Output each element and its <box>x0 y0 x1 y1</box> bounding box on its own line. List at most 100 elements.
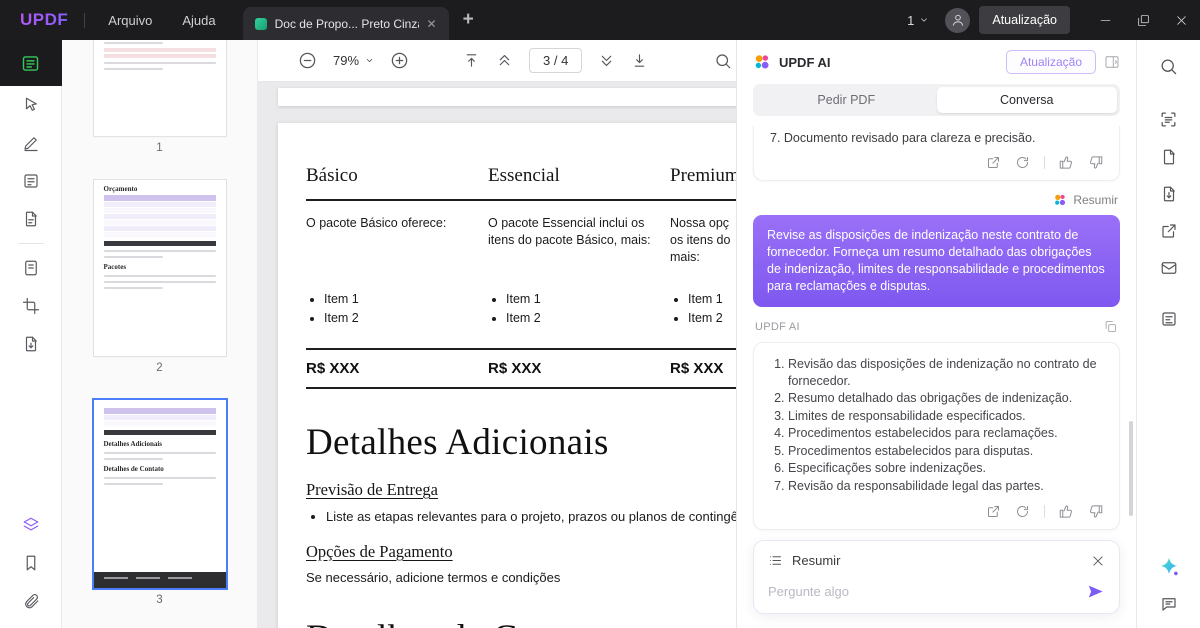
chevron-down-icon <box>921 18 928 22</box>
profile-count: 1 <box>907 12 915 28</box>
pricing-table-items: Item 1 Item 2 Item 1 Item 2 Item 1 Item … <box>306 290 736 328</box>
table-item: Item 1 <box>688 290 736 309</box>
page-indicator[interactable]: 3 / 4 <box>529 48 583 73</box>
thumbs-down-icon[interactable] <box>1088 504 1103 519</box>
column-price: R$ XXX <box>306 360 360 377</box>
page-number-label: 3 <box>156 594 163 606</box>
table-item: Item 1 <box>506 290 654 309</box>
search-tool[interactable] <box>1137 48 1200 85</box>
export-response-icon[interactable] <box>986 504 1001 519</box>
updf-ai-tool[interactable] <box>1137 548 1200 585</box>
thumb-decor <box>103 281 216 283</box>
bookmarks-tool[interactable] <box>0 544 61 582</box>
form-tool[interactable] <box>0 200 61 238</box>
column-price: R$ XXX <box>488 360 542 377</box>
form-fields-tool[interactable] <box>1137 300 1200 337</box>
updf-ai-logo-icon <box>1055 194 1066 206</box>
maximize-button[interactable] <box>1124 0 1162 40</box>
table-item: Item 2 <box>324 309 472 328</box>
export-response-icon[interactable] <box>986 155 1001 170</box>
thumb-decor <box>103 48 216 52</box>
zoom-out-button[interactable] <box>298 51 317 70</box>
edit-pdf-tool[interactable] <box>0 162 61 200</box>
select-tool[interactable] <box>0 86 61 124</box>
avatar[interactable] <box>945 7 971 33</box>
zoom-level-dropdown[interactable]: 79% <box>333 53 374 68</box>
thumb-subheading: Detalhes de Contato <box>103 465 164 473</box>
thumbs-up-icon[interactable] <box>1059 155 1074 170</box>
export-document-tool[interactable] <box>1137 175 1200 212</box>
reader-mode-tool[interactable] <box>0 40 62 86</box>
document-toolbar: 79% 3 / 4 <box>258 40 736 82</box>
previous-page-button[interactable] <box>496 52 513 69</box>
thumbnail-page-1[interactable]: Escopo do Trabalho <box>93 40 226 136</box>
previous-page-edge <box>278 88 736 106</box>
organize-pages-tool[interactable] <box>0 249 61 287</box>
quick-action-row[interactable]: Resumir <box>755 193 1118 207</box>
document-tab-favicon <box>254 17 267 30</box>
last-page-button[interactable] <box>631 52 648 69</box>
thumbnail-page-3[interactable]: Detalhes Adicionais Detalhes de Contato <box>91 398 228 590</box>
tab-close-icon[interactable]: ✕ <box>427 17 437 31</box>
response-list: Revisão das disposições de indenização n… <box>770 356 1103 494</box>
attachments-tool[interactable] <box>0 582 61 620</box>
tab-conversa[interactable]: Conversa <box>936 87 1117 113</box>
convert-tool[interactable] <box>0 325 61 363</box>
first-page-button[interactable] <box>463 52 480 69</box>
profile-count-dropdown[interactable]: 1 <box>907 13 929 28</box>
divider <box>1044 156 1045 169</box>
search-button[interactable] <box>714 52 732 70</box>
column-description: Nossa opç os itens do mais: <box>670 216 731 264</box>
chat-scrollbar[interactable] <box>1129 421 1133 516</box>
thumbnail-page-2[interactable]: Orçamento Pacotes <box>93 180 226 356</box>
menu-ajuda[interactable]: Ajuda <box>167 13 230 28</box>
composer-close-icon[interactable] <box>1091 554 1105 568</box>
thumb-decor <box>103 415 216 420</box>
thumb-decor <box>103 483 163 485</box>
tab-pedir-pdf[interactable]: Pedir PDF <box>756 87 937 113</box>
new-tab-button[interactable]: + <box>449 9 488 31</box>
thumbs-up-icon[interactable] <box>1059 504 1074 519</box>
response-actions <box>770 504 1103 519</box>
annotate-tool[interactable] <box>0 124 61 162</box>
composer-quick-action: Resumir <box>768 553 1105 568</box>
next-page-button[interactable] <box>598 52 615 69</box>
close-button[interactable] <box>1162 0 1200 40</box>
chevron-down-icon <box>366 59 373 62</box>
share-tool[interactable] <box>1137 212 1200 249</box>
panel-collapse-icon[interactable] <box>1104 54 1120 70</box>
layers-tool[interactable] <box>0 506 61 544</box>
export-document-icon <box>1163 186 1175 201</box>
previous-response-text: 7. Documento revisado para clareza e pre… <box>770 131 1036 145</box>
ocr-icon <box>1161 112 1176 127</box>
thumb-decor <box>103 477 216 479</box>
edit-text-icon <box>23 174 38 188</box>
ocr-tool[interactable] <box>1137 101 1200 138</box>
document-canvas[interactable]: Básico Essencial Premium O pacote Básico… <box>258 82 736 628</box>
minimize-icon <box>1100 19 1110 21</box>
send-icon[interactable] <box>1086 582 1105 601</box>
zoom-in-button[interactable] <box>390 51 409 70</box>
document-tool[interactable] <box>1137 138 1200 175</box>
regenerate-icon[interactable] <box>1015 504 1030 519</box>
document-tab[interactable]: Doc de Propo... Preto Cinza ✕ <box>242 7 449 40</box>
menu-arquivo[interactable]: Arquivo <box>93 13 167 28</box>
comments-tool[interactable] <box>1137 585 1200 622</box>
crop-tool[interactable] <box>0 287 61 325</box>
pencil-icon <box>23 137 38 152</box>
minimize-button[interactable] <box>1086 0 1124 40</box>
update-button[interactable]: Atualização <box>979 6 1070 34</box>
document-pane: 79% 3 / 4 Básico Essencial Premium O pac… <box>258 40 736 628</box>
regenerate-icon[interactable] <box>1015 155 1030 170</box>
table-rule <box>306 387 736 389</box>
response-item: Especificações sobre indenizações. <box>788 460 1103 477</box>
ai-update-button[interactable]: Atualização <box>1005 50 1096 74</box>
copy-icon[interactable] <box>1103 319 1118 334</box>
thumb-decor <box>103 275 216 277</box>
email-tool[interactable] <box>1137 249 1200 286</box>
assistant-label: UPDF AI <box>755 320 800 333</box>
thumb-decor <box>103 208 216 213</box>
chat-input[interactable] <box>768 584 1078 599</box>
table-item: Item 1 <box>324 290 472 309</box>
thumbs-down-icon[interactable] <box>1088 155 1103 170</box>
